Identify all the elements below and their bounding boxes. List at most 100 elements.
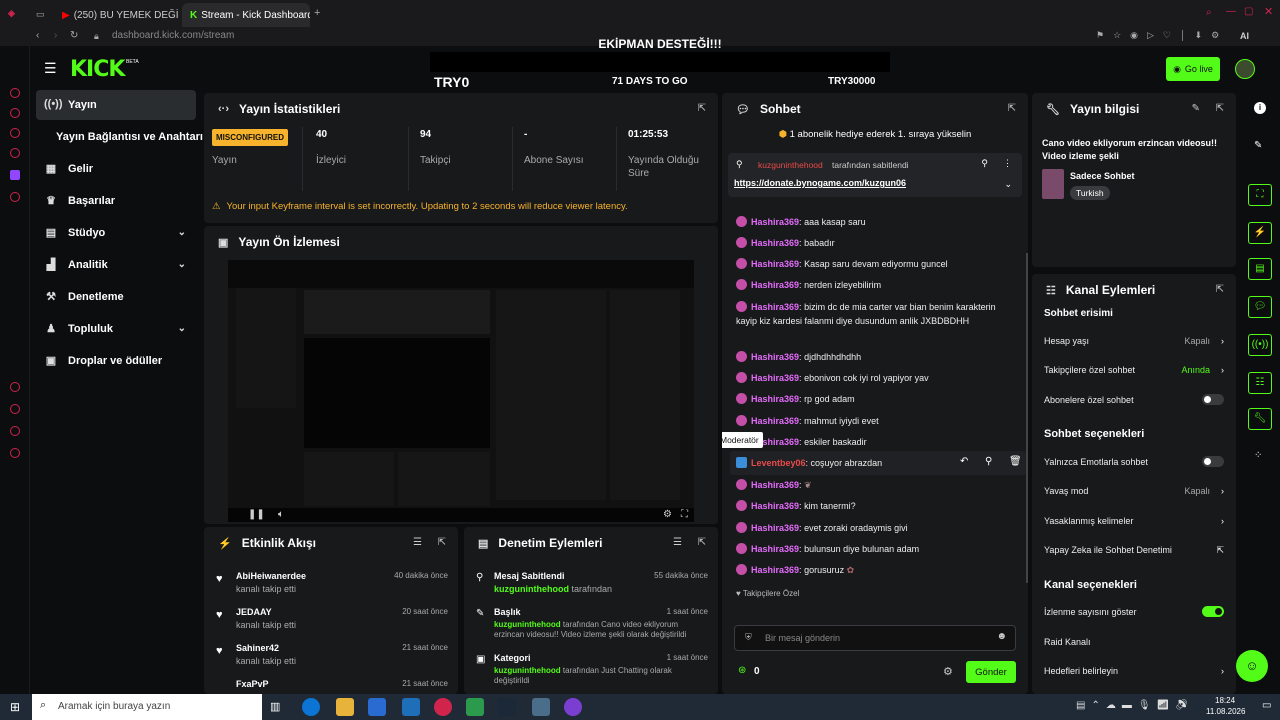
minimize-button[interactable]: — [1226, 6, 1236, 17]
setting-row[interactable]: Takipçilere özel sohbet Anında › [1044, 365, 1224, 375]
store-icon[interactable] [368, 698, 386, 716]
tab-view-icon[interactable]: ▭ [36, 9, 45, 20]
chat-message[interactable]: Hashira369: ❦ [736, 478, 1016, 492]
windows-start-icon[interactable]: ⊞ [10, 700, 20, 714]
chat-message[interactable]: Hashira369: babadır [736, 236, 1016, 250]
app-icon[interactable] [532, 698, 550, 716]
kick-logo[interactable]: KICK [70, 57, 125, 82]
chat-message[interactable]: Hashira369: rp god adam [736, 392, 1016, 406]
chat-message[interactable]: Hashira369: nerden izleyebilirim [736, 278, 1016, 292]
obs-icon[interactable] [564, 698, 582, 716]
chat-username[interactable]: Hashira369 [751, 217, 799, 227]
popout-icon[interactable]: ⇱ [1216, 103, 1224, 114]
help-chat-button[interactable]: ☺ [1236, 650, 1268, 682]
chat-username[interactable]: Hashira369 [751, 565, 799, 575]
mail-icon[interactable] [402, 698, 420, 716]
chat-message[interactable]: Hashira369: eskiler baskadir [736, 435, 1016, 449]
setting-row[interactable]: Yapay Zeka ile Sohbet Denetimi ⇱ [1044, 545, 1224, 555]
pencil-icon[interactable]: ✎ [1254, 140, 1262, 151]
unpin-icon[interactable]: ⚲ [981, 158, 988, 169]
undo-icon[interactable]: ↶ [960, 456, 968, 467]
chat-message[interactable]: Hashira369: evet zoraki oradaymis givi [736, 521, 1016, 535]
chat-settings-icon[interactable]: ⚙ [943, 665, 953, 678]
chevron-down-icon[interactable]: ⌄ [1004, 179, 1012, 190]
lightning-button[interactable]: ⚡ [1248, 222, 1272, 244]
chat-username[interactable]: Hashira369 [751, 416, 799, 426]
settings-icon[interactable]: ⚙ [663, 509, 672, 520]
show-viewer-count-toggle[interactable] [1202, 606, 1224, 617]
chat-username[interactable]: Leventbey06 [751, 458, 806, 468]
new-tab-button[interactable]: + [314, 7, 320, 19]
chat-message[interactable]: Hashira369: bulunsun diye bulunan adam [736, 542, 1016, 556]
setting-row[interactable]: Yasaklanmış kelimeler › [1044, 516, 1224, 526]
search-tabs-icon[interactable]: ⌕ [1206, 7, 1212, 18]
chat-button[interactable]: 💬︎ [1248, 296, 1272, 318]
forward-button[interactable]: › [54, 30, 57, 41]
sidebar-item-gelir[interactable]: ▦ Gelir [36, 154, 196, 184]
apps-icon[interactable]: ⁘ [1254, 450, 1262, 461]
pin-message-icon[interactable]: ⚲ [985, 456, 992, 467]
chat-username[interactable]: Hashira369 [751, 259, 799, 269]
hamburger-menu-button[interactable]: ☰ [44, 60, 57, 77]
task-view-icon[interactable]: ▥ [270, 700, 280, 713]
chat-username[interactable]: Hashira369 [751, 280, 799, 290]
more-options-icon[interactable]: ⋮ [1003, 158, 1012, 169]
chat-username[interactable]: Hashira369 [751, 523, 799, 533]
sidebar-item-droplar[interactable]: ▣ Droplar ve ödüller [36, 346, 196, 376]
gift-sub-banner[interactable]: ⬢ 1 abonelik hediye ederek 1. sıraya yük… [722, 129, 1028, 140]
steam-icon[interactable] [498, 698, 516, 716]
layout-button[interactable]: ☷ [1248, 372, 1272, 394]
document-button[interactable]: ▤ [1248, 258, 1272, 280]
url-field[interactable]: dashboard.kick.com/stream [112, 30, 234, 41]
popout-icon[interactable]: ⇱ [1008, 103, 1016, 114]
chat-username[interactable]: Hashira369 [751, 501, 799, 511]
rail-icon-5[interactable] [10, 192, 20, 202]
filter-icon[interactable]: ☰ [673, 537, 682, 548]
popout-icon[interactable]: ⇱ [1216, 284, 1224, 295]
back-button[interactable]: ‹ [36, 30, 39, 41]
chat-username[interactable]: Hashira369 [751, 544, 799, 554]
maximize-button[interactable]: ▢ [1244, 6, 1253, 17]
chat-input[interactable]: ⛨ Bir mesaj gönderin ☻ [734, 625, 1016, 651]
notification-icon[interactable]: ▭ [1262, 700, 1271, 711]
popout-icon[interactable]: ⇱ [698, 103, 706, 114]
chat-username[interactable]: Hashira369 [751, 352, 799, 362]
volume-icon[interactable]: 🔈︎ [278, 509, 284, 520]
twitch-icon[interactable] [10, 170, 20, 180]
delete-icon[interactable]: 🗑︎ [1009, 456, 1022, 467]
popout-icon[interactable]: ⇱ [698, 537, 706, 548]
filter-icon[interactable]: ☰ [413, 537, 422, 548]
browser-tab-kick[interactable]: K Stream - Kick Dashboard [182, 3, 310, 27]
opera-gx-icon[interactable] [434, 698, 452, 716]
video-player[interactable]: ❚❚ 🔈︎ ⚙ ⛶ [228, 260, 694, 522]
sidebar-item-topluluk[interactable]: ♟ Topluluk ⌄ [36, 314, 196, 344]
chat-scrollbar[interactable] [1026, 253, 1028, 583]
pinned-link[interactable]: https://donate.bynogame.com/kuzgun06 [734, 178, 906, 188]
go-live-button[interactable]: ◉ Go live [1166, 57, 1220, 81]
send-button[interactable]: Gönder [966, 661, 1016, 683]
rail-icon-6[interactable] [10, 382, 20, 392]
rail-icon-2[interactable] [10, 108, 20, 118]
chat-message[interactable]: Hashira369: Kasap saru devam ediyormu gu… [736, 257, 1016, 271]
ai-button[interactable]: AI [1240, 31, 1249, 41]
edit-icon[interactable]: ✎ [1192, 103, 1200, 114]
chat-message[interactable]: Hashira369: aaa kasap saru [736, 215, 1016, 229]
broadcast-button[interactable]: ((•)) [1248, 334, 1272, 356]
edge-icon[interactable] [302, 698, 320, 716]
pause-icon[interactable]: ❚❚ [248, 509, 265, 520]
reload-icon[interactable]: ↻ [70, 30, 78, 41]
info-icon[interactable]: i [1254, 102, 1266, 114]
chat-message[interactable]: Hashira369: djdhdhhdhdhh [736, 350, 1016, 364]
chat-username[interactable]: Hashira369 [751, 373, 799, 383]
subscriber-only-toggle[interactable] [1202, 394, 1224, 405]
fullscreen-icon[interactable]: ⛶ [681, 509, 688, 520]
setting-row[interactable]: Raid Kanalı [1044, 637, 1224, 647]
wrench-button[interactable]: 🔧︎ [1248, 408, 1272, 430]
sidebar-item-analitik[interactable]: ▟ Analitik ⌄ [36, 250, 196, 280]
browser-tab-youtube[interactable]: ▶ (250) BU YEMEK DEĞİL AD [54, 3, 178, 27]
category-name[interactable]: Sadece Sohbet [1070, 171, 1135, 181]
chat-message[interactable]: Hashira369: kim tanermi? [736, 499, 1016, 513]
user-avatar[interactable] [1235, 59, 1255, 79]
chat-username[interactable]: Hashira369 [751, 238, 799, 248]
rail-icon-9[interactable] [10, 448, 20, 458]
